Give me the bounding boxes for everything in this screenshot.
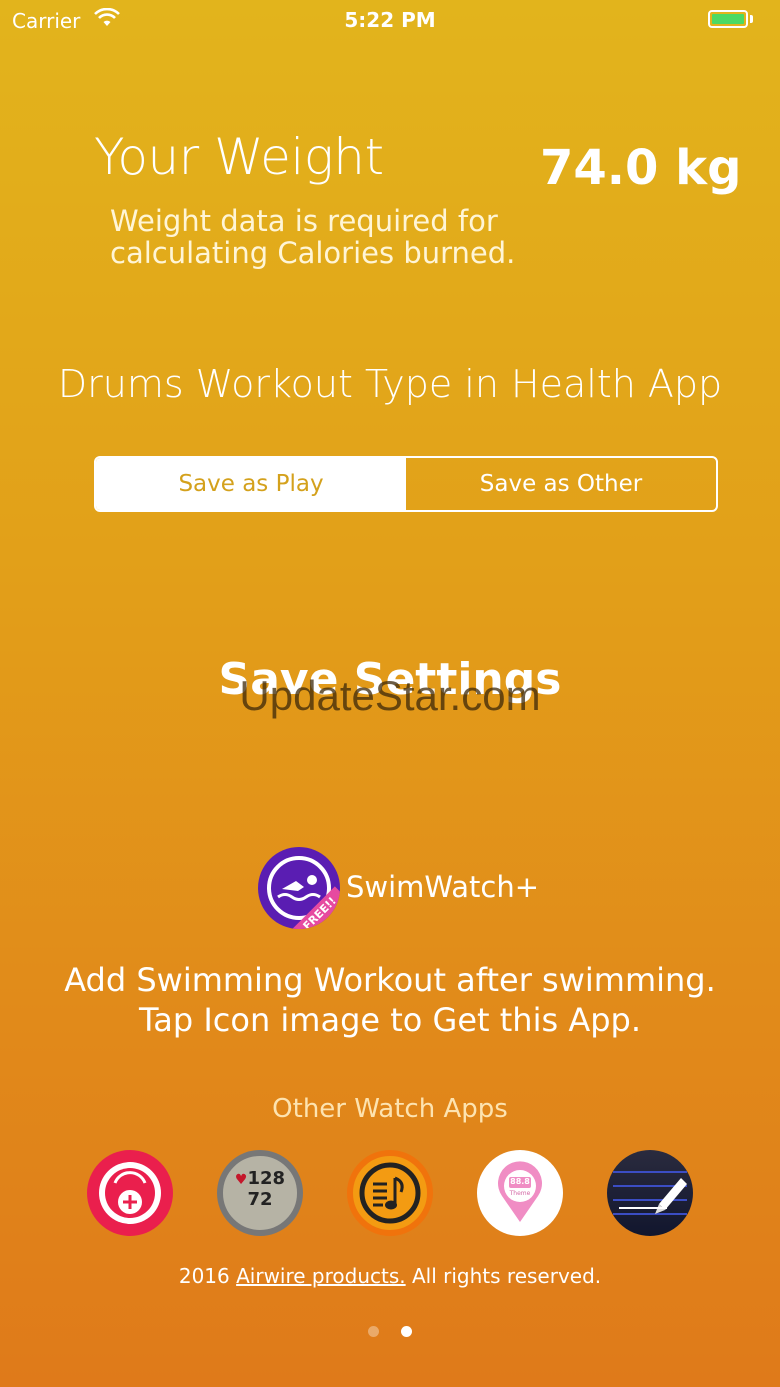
- blood-pressure-icon[interactable]: ♥128 72: [217, 1150, 303, 1236]
- weight-scale-icon[interactable]: [87, 1150, 173, 1236]
- bp-top: 128: [247, 1168, 286, 1189]
- workout-type-segmented-control[interactable]: Save as Play Save as Other: [94, 456, 718, 512]
- music-score-glyph: [359, 1162, 421, 1224]
- heart-icon: ♥: [234, 1172, 248, 1188]
- pencil-note-glyph: [613, 1171, 687, 1215]
- weight-note-line2: calculating Calories burned.: [110, 236, 516, 270]
- other-apps-title: Other Watch Apps: [272, 1094, 508, 1124]
- battery-icon: [708, 10, 748, 28]
- weight-note-line1: Weight data is required for: [110, 204, 498, 238]
- save-settings-button[interactable]: Save Settings: [0, 654, 780, 705]
- page-control[interactable]: [0, 1326, 780, 1337]
- swimwatch-app-icon[interactable]: FREE!!: [258, 847, 340, 929]
- airwire-link[interactable]: Airwire products.: [236, 1264, 406, 1288]
- footer-prefix: 2016: [178, 1264, 237, 1288]
- workout-type-title: Drums Workout Type in Health App: [57, 362, 723, 406]
- page-dot-2[interactable]: [401, 1326, 412, 1337]
- weight-value[interactable]: 74.0 kg: [540, 140, 741, 196]
- battery-cap: [750, 15, 753, 23]
- footer-suffix: All rights reserved.: [405, 1264, 602, 1288]
- save-as-other-segment[interactable]: Save as Other: [406, 458, 716, 510]
- status-bar: Carrier 5:22 PM: [0, 0, 780, 40]
- pin-label: Theme: [509, 1190, 531, 1197]
- promo-text: Add Swimming Workout after swimming. Tap…: [0, 960, 780, 1040]
- pink-pin-icon[interactable]: 88.8 Theme: [477, 1150, 563, 1236]
- pin-display: 88.8: [510, 1177, 530, 1186]
- weight-scale-glyph: [99, 1162, 161, 1224]
- save-as-play-segment[interactable]: Save as Play: [96, 458, 406, 510]
- footer: 2016 Airwire products. All rights reserv…: [0, 1264, 780, 1288]
- swimwatch-app-name[interactable]: SwimWatch+: [346, 870, 539, 904]
- promo-line2: Tap Icon image to Get this App.: [139, 1001, 641, 1039]
- weight-title: Your Weight: [94, 128, 384, 186]
- music-score-icon[interactable]: [347, 1150, 433, 1236]
- promo-line1: Add Swimming Workout after swimming.: [64, 961, 716, 999]
- weight-note: Weight data is required for calculating …: [110, 205, 550, 269]
- bp-readout: ♥128 72: [223, 1168, 297, 1210]
- pencil-note-icon[interactable]: [607, 1150, 693, 1236]
- clock: 5:22 PM: [344, 8, 436, 32]
- bp-bottom: 72: [247, 1189, 273, 1210]
- page-dot-1[interactable]: [368, 1326, 379, 1337]
